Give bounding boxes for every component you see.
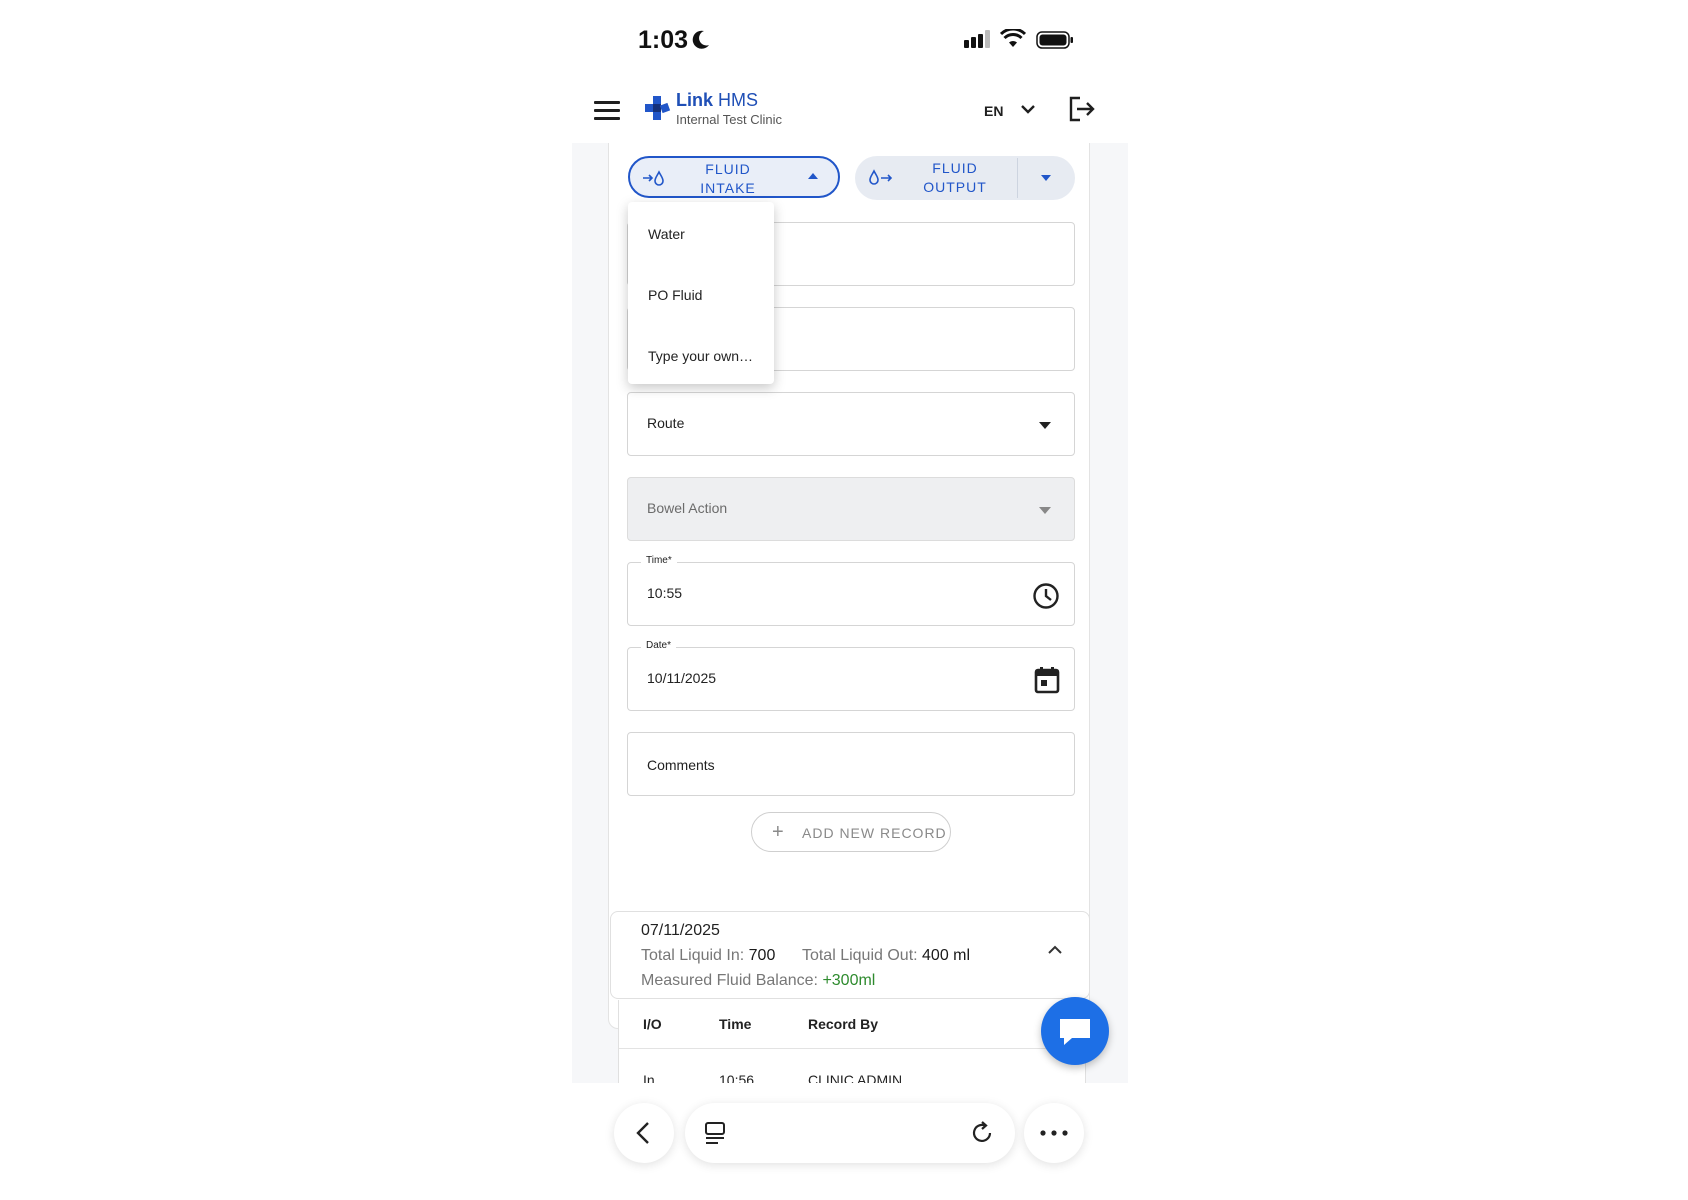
brand-name: Link HMS	[676, 90, 759, 110]
time-value: 10:55	[647, 585, 683, 601]
cellular-signal-icon	[964, 30, 990, 48]
date-field[interactable]: Date* 10/11/2025	[627, 640, 1075, 711]
battery-icon	[1036, 31, 1073, 49]
menu-item-po-fluid[interactable]: PO Fluid	[648, 287, 702, 303]
plus-icon: +	[772, 821, 784, 843]
menu-item-water[interactable]: Water	[648, 226, 685, 242]
clinic-name: Internal Test Clinic	[676, 112, 782, 127]
chevron-down-icon[interactable]	[1020, 103, 1036, 115]
date-label: Date*	[641, 640, 677, 651]
summary-totals: Total Liquid In: 700 Total Liquid Out: 4…	[641, 947, 971, 964]
button-divider	[1017, 158, 1018, 198]
drop-in-icon	[643, 170, 664, 186]
column-header-record-by: Record By	[808, 1016, 879, 1032]
calendar-icon[interactable]	[1034, 666, 1060, 694]
drop-out-icon	[869, 169, 893, 185]
status-time: 1:03	[638, 26, 689, 54]
time-field[interactable]: Time* 10:55	[627, 555, 1075, 626]
comments-label: Comments	[647, 757, 715, 773]
column-header-io: I/O	[643, 1016, 662, 1032]
fluid-intake-button[interactable]: FLUID INTAKE	[628, 156, 840, 198]
total-in-value: 700	[748, 947, 776, 964]
total-out-value: 400 ml	[922, 947, 971, 964]
row-divider	[619, 1048, 1085, 1049]
menu-item-type-your-own[interactable]: Type your own…	[648, 348, 753, 364]
wifi-icon	[1000, 29, 1026, 47]
chat-icon	[1060, 1019, 1090, 1045]
comments-field[interactable]: Comments	[627, 732, 1075, 796]
fluid-intake-menu: Water PO Fluid Type your own…	[628, 202, 774, 384]
fluid-output-label: FLUID OUTPUT	[923, 160, 987, 195]
dropdown-caret-icon	[1039, 507, 1051, 514]
date-value: 10/11/2025	[647, 670, 717, 686]
summary-balance: Measured Fluid Balance: +300ml	[641, 972, 876, 989]
fluid-output-button[interactable]: FLUID OUTPUT	[855, 156, 1075, 200]
caret-up-icon	[808, 173, 818, 179]
back-button[interactable]	[614, 1103, 674, 1163]
route-select[interactable]: Route	[627, 392, 1075, 456]
link-hms-logo-icon	[645, 96, 671, 120]
chevron-up-icon[interactable]	[1047, 944, 1063, 956]
time-label: Time*	[641, 555, 677, 566]
bowel-action-select: Bowel Action	[627, 477, 1075, 541]
route-label: Route	[647, 415, 685, 431]
language-selector[interactable]: EN	[984, 103, 1003, 119]
tabs-icon[interactable]	[703, 1121, 727, 1147]
summary-date: 07/11/2025	[641, 922, 720, 939]
logout-icon[interactable]	[1068, 96, 1096, 122]
daily-summary[interactable]: 07/11/2025 Total Liquid In: 700 Total Li…	[610, 911, 1090, 999]
add-new-record-button[interactable]: + ADD NEW RECORD	[751, 812, 951, 852]
ellipsis-icon	[1040, 1130, 1068, 1136]
moon-icon	[692, 30, 709, 49]
menu-icon[interactable]	[594, 101, 620, 125]
fluid-intake-label: FLUID INTAKE	[700, 161, 756, 196]
chevron-left-icon	[636, 1122, 649, 1144]
reload-icon[interactable]	[969, 1120, 995, 1146]
balance-value: +300ml	[822, 972, 876, 989]
chat-button[interactable]	[1041, 997, 1109, 1065]
column-header-time: Time	[719, 1016, 752, 1032]
dropdown-caret-icon	[1039, 422, 1051, 429]
address-bar[interactable]	[685, 1103, 1015, 1163]
more-options-button[interactable]	[1024, 1103, 1084, 1163]
phone-screen: 1:03 Link HMS Internal Test Clinic EN FL…	[572, 0, 1128, 1200]
bowel-action-label: Bowel Action	[647, 500, 728, 516]
clock-icon[interactable]	[1032, 582, 1060, 610]
caret-down-icon[interactable]	[1041, 175, 1051, 181]
